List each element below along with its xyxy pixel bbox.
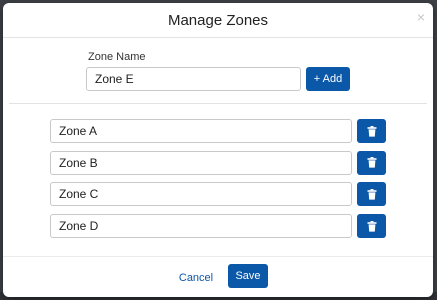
zone-input[interactable]: [50, 119, 352, 143]
trash-icon: [367, 188, 376, 200]
zone-name-input[interactable]: [86, 67, 301, 91]
zone-row: [50, 182, 390, 207]
zone-name-label: Zone Name: [88, 51, 146, 63]
delete-zone-button[interactable]: [357, 119, 386, 143]
zone-input[interactable]: [50, 150, 352, 175]
modal-header: Manage Zones ×: [3, 3, 433, 38]
zone-list: [50, 119, 390, 246]
delete-zone-button[interactable]: [357, 182, 386, 207]
trash-icon: [367, 125, 376, 137]
trash-icon: [367, 220, 376, 232]
zone-input[interactable]: [50, 182, 352, 207]
zone-input[interactable]: [50, 214, 352, 239]
save-button[interactable]: Save: [228, 264, 268, 288]
zone-row: [50, 214, 390, 239]
zone-row: [50, 119, 390, 143]
footer-divider: [3, 256, 433, 257]
zone-row: [50, 150, 390, 175]
manage-zones-modal: Manage Zones × Zone Name + Add: [3, 3, 433, 297]
add-zone-button[interactable]: + Add: [306, 67, 350, 91]
cancel-button[interactable]: Cancel: [173, 267, 219, 289]
close-icon[interactable]: ×: [417, 10, 425, 24]
delete-zone-button[interactable]: [357, 150, 386, 175]
modal-title: Manage Zones: [167, 12, 269, 29]
trash-icon: [367, 157, 376, 168]
delete-zone-button[interactable]: [357, 214, 386, 239]
section-divider: [9, 103, 427, 104]
